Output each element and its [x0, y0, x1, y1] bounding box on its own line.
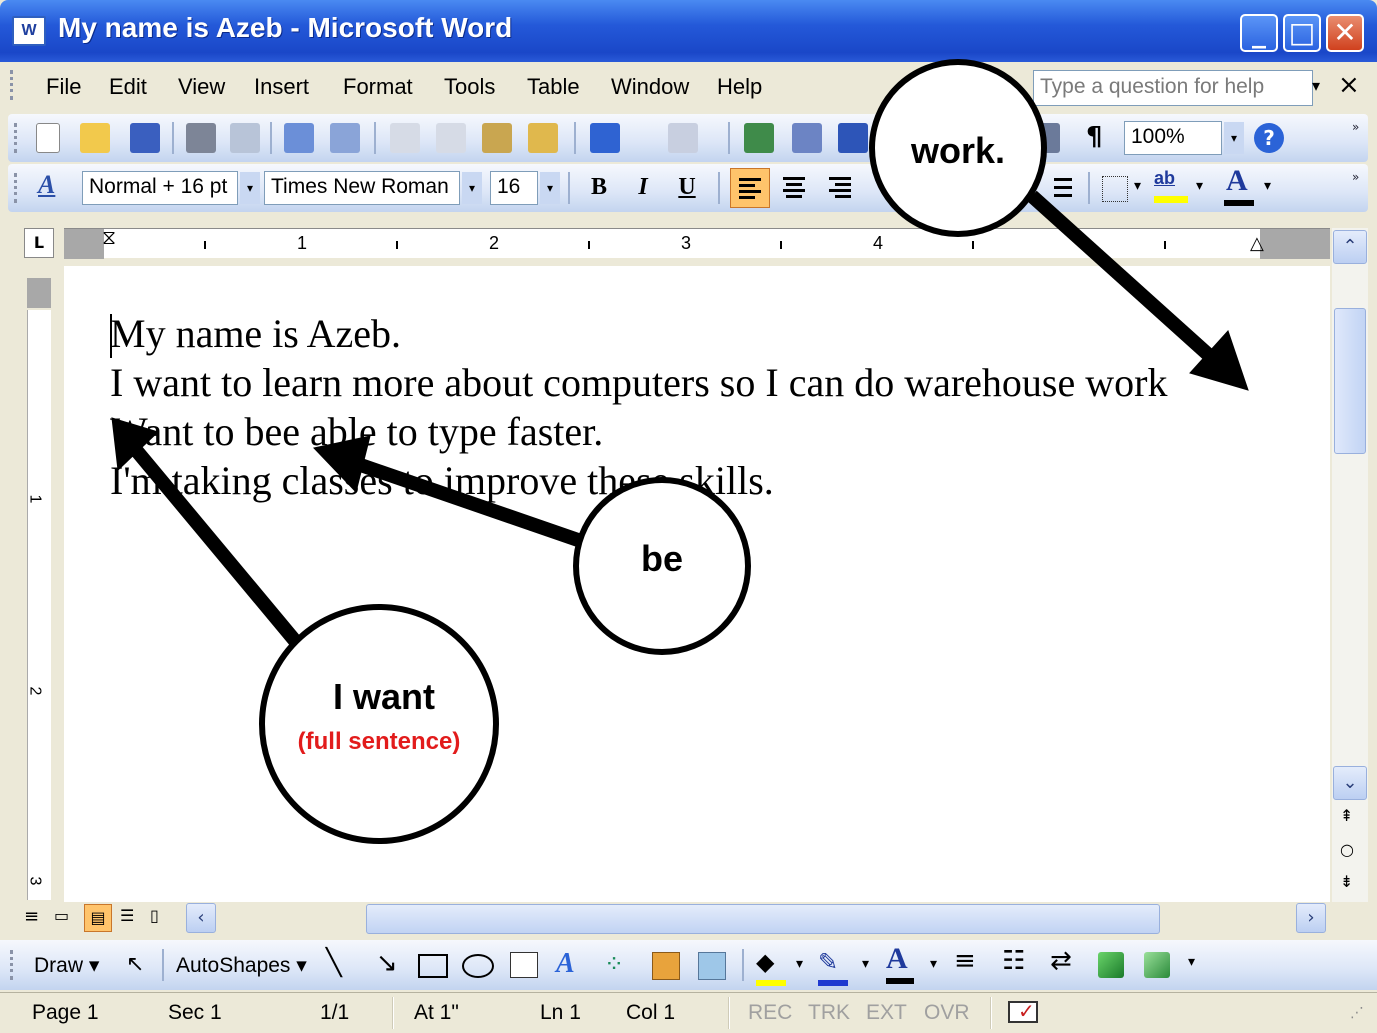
annotation-circle-i-want — [259, 604, 499, 844]
annotation-arrowhead-be — [313, 435, 371, 494]
annotation-full-sentence-text: (full sentence) — [297, 728, 461, 755]
annotation-be-text: be — [640, 538, 683, 579]
annotation-overlay — [111, 59, 1249, 844]
annotation-i-want-text: I want — [332, 676, 435, 717]
annotation-arrow-be — [349, 455, 581, 547]
annotation-arrow-i-want — [130, 445, 302, 647]
annotation-arrow-work — [1027, 190, 1217, 364]
annotation-work-text: work. — [910, 130, 1006, 171]
